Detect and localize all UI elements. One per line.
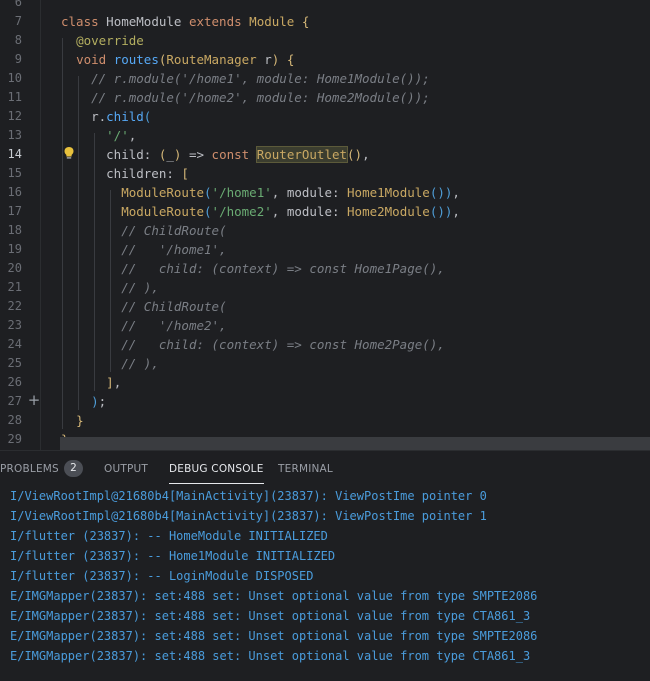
- line-number: 16: [7, 184, 22, 199]
- line-code: @override: [76, 32, 144, 48]
- tab-output[interactable]: OUTPUT: [104, 461, 148, 483]
- line-number: 18: [7, 222, 22, 237]
- line-number: 11: [7, 89, 22, 104]
- code-line[interactable]: 16 ModuleRoute('/home1', module: Home1Mo…: [0, 183, 650, 202]
- code-line[interactable]: 15 children: [: [0, 164, 650, 183]
- line-code: r.child(: [61, 108, 152, 124]
- problems-count-badge: 2: [64, 460, 83, 477]
- code-line[interactable]: 25 // ),: [0, 354, 650, 373]
- line-number: 15: [7, 165, 22, 180]
- code-line[interactable]: 19 // '/home1',: [0, 240, 650, 259]
- code-line[interactable]: 14 child: (_) => const RouterOutlet(),: [0, 145, 650, 164]
- line-code: }: [76, 412, 84, 428]
- code-line[interactable]: 9 void routes(RouteManager r) {: [0, 50, 650, 69]
- code-line[interactable]: 18 // ChildRoute(: [0, 221, 650, 240]
- code-line[interactable]: 10 // r.module('/home1', module: Home1Mo…: [0, 69, 650, 88]
- line-number: 12: [7, 108, 22, 123]
- code-line[interactable]: 24 // child: (context) => const Home2Pag…: [0, 335, 650, 354]
- code-line[interactable]: 23 // '/home2',: [0, 316, 650, 335]
- line-code: // '/home2',: [121, 317, 227, 333]
- code-line[interactable]: 17 ModuleRoute('/home2', module: Home2Mo…: [0, 202, 650, 221]
- console-line: E/IMGMapper(23837): set:488 set: Unset o…: [10, 629, 538, 643]
- line-number: 10: [7, 70, 22, 85]
- tab-terminal[interactable]: TERMINAL: [278, 461, 333, 483]
- horizontal-scrollbar[interactable]: [60, 437, 650, 450]
- panel-tabs: PROBLEMS 2 OUTPUT DEBUG CONSOLE TERMINAL: [0, 451, 650, 485]
- line-number: 22: [7, 298, 22, 313]
- line-code: // r.module('/home2', module: Home2Modul…: [91, 89, 430, 105]
- tab-debug-console[interactable]: DEBUG CONSOLE: [169, 461, 264, 484]
- indent-guide: [110, 190, 111, 372]
- line-number: 20: [7, 260, 22, 275]
- line-number: 19: [7, 241, 22, 256]
- line-number: 26: [7, 374, 22, 389]
- line-code: // child: (context) => const Home1Page()…: [121, 260, 445, 276]
- line-code: '/',: [106, 127, 137, 143]
- line-number: 9: [14, 51, 22, 66]
- line-number: 29: [7, 431, 22, 446]
- line-number: 6: [14, 0, 22, 9]
- code-line[interactable]: 28 }: [0, 411, 650, 430]
- line-code: // ChildRoute(: [121, 222, 227, 238]
- line-number: 23: [7, 317, 22, 332]
- console-line: I/flutter (23837): -- LoginModule DISPOS…: [10, 569, 314, 583]
- console-line: I/ViewRootImpl@21680b4[MainActivity](238…: [10, 509, 487, 523]
- line-number: 14: [7, 146, 22, 161]
- line-code: // r.module('/home1', module: Home1Modul…: [91, 70, 430, 86]
- line-code: class HomeModule extends Module {: [61, 13, 310, 29]
- indent-guide: [94, 133, 95, 391]
- console-line: E/IMGMapper(23837): set:488 set: Unset o…: [10, 589, 538, 603]
- line-code: ],: [106, 374, 122, 390]
- line-number: 21: [7, 279, 22, 294]
- indent-guide: [78, 76, 79, 410]
- line-number: 25: [7, 355, 22, 370]
- console-line: I/ViewRootImpl@21680b4[MainActivity](238…: [10, 489, 487, 503]
- code-line[interactable]: 20 // child: (context) => const Home1Pag…: [0, 259, 650, 278]
- indent-guide: [62, 38, 63, 429]
- bottom-panel: PROBLEMS 2 OUTPUT DEBUG CONSOLE TERMINAL…: [0, 450, 650, 681]
- console-line: E/IMGMapper(23837): set:488 set: Unset o…: [10, 609, 531, 623]
- console-line: I/flutter (23837): -- Home1Module INITIA…: [10, 549, 336, 563]
- line-code: );: [91, 393, 107, 409]
- line-code: void routes(RouteManager r) {: [76, 51, 295, 67]
- line-code: // child: (context) => const Home2Page()…: [121, 336, 445, 352]
- line-code: // '/home1',: [121, 241, 227, 257]
- code-line[interactable]: 6: [0, 0, 650, 12]
- line-number: 17: [7, 203, 22, 218]
- line-number: 8: [14, 32, 22, 47]
- console-line: E/IMGMapper(23837): set:488 set: Unset o…: [10, 649, 531, 663]
- line-number: 28: [7, 412, 22, 427]
- line-number: 7: [14, 13, 22, 28]
- line-code: children: [: [61, 165, 189, 181]
- line-code: ModuleRoute('/home2', module: Home2Modul…: [121, 203, 460, 219]
- code-editor[interactable]: 6 7 class HomeModule extends Module { 8 @ov…: [0, 0, 650, 450]
- tab-problems[interactable]: PROBLEMS: [0, 461, 59, 483]
- code-line[interactable]: 27 );: [0, 392, 650, 411]
- line-code: ModuleRoute('/home1', module: Home1Modul…: [121, 184, 460, 200]
- line-code: child: (_) => const RouterOutlet(),: [61, 145, 370, 163]
- code-line[interactable]: 7 class HomeModule extends Module {: [0, 12, 650, 31]
- line-number: 27: [7, 393, 22, 408]
- code-line[interactable]: 22 // ChildRoute(: [0, 297, 650, 316]
- line-number: 13: [7, 127, 22, 142]
- code-line[interactable]: 13 '/',: [0, 126, 650, 145]
- code-line[interactable]: 11 // r.module('/home2', module: Home2Mo…: [0, 88, 650, 107]
- code-line[interactable]: 21 // ),: [0, 278, 650, 297]
- line-code: // ChildRoute(: [121, 298, 227, 314]
- add-icon[interactable]: +: [27, 393, 41, 408]
- code-line[interactable]: 8 @override: [0, 31, 650, 50]
- line-number: 24: [7, 336, 22, 351]
- code-line[interactable]: 26 ],: [0, 373, 650, 392]
- code-line[interactable]: 12 r.child(: [0, 107, 650, 126]
- lightbulb-icon[interactable]: [63, 146, 75, 160]
- console-line: I/flutter (23837): -- HomeModule INITIAL…: [10, 529, 328, 543]
